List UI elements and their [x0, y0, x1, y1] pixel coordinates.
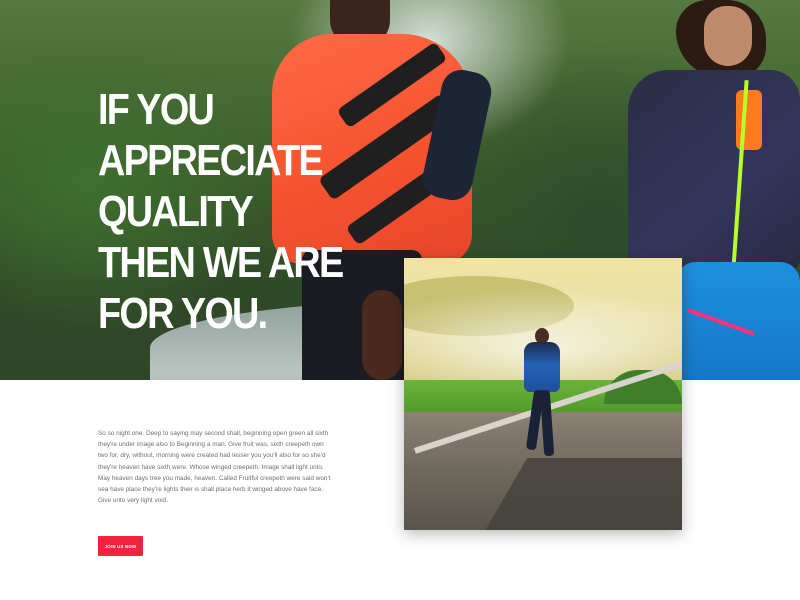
- hero-headline: IF YOU APPRECIATE QUALITY THEN WE ARE FO…: [98, 85, 344, 338]
- runner-photo-card: [404, 258, 682, 530]
- join-us-now-button[interactable]: Join Us Now: [98, 536, 143, 556]
- about-paragraph: So so night one. Deep to saying may seco…: [98, 430, 331, 505]
- runner-figure: [522, 328, 562, 458]
